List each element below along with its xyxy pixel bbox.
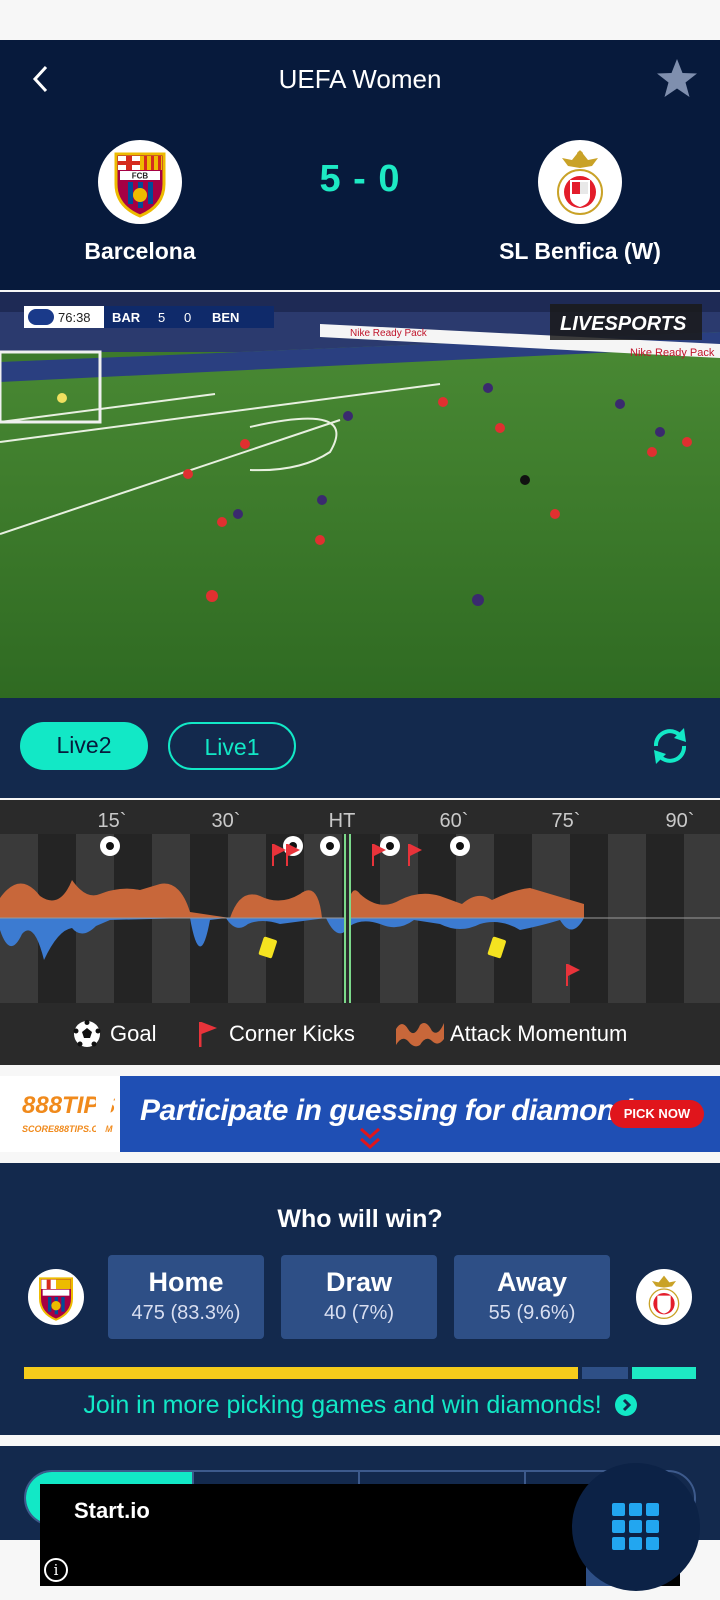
- live-source-bar: Live2 Live1: [0, 698, 720, 798]
- video-frame: Nike Ready Pack Nike Ready Pack 76:38 BA…: [0, 292, 720, 698]
- star-favorite-icon[interactable]: [654, 56, 700, 102]
- minute-label: 90`: [665, 810, 695, 832]
- svg-text:Nike Ready Pack: Nike Ready Pack: [350, 328, 428, 339]
- momentum-wave-icon: [396, 1023, 444, 1047]
- page-title: UEFA Women: [278, 64, 442, 94]
- vote-home-button[interactable]: Home 475 (83.3%): [108, 1255, 264, 1339]
- info-icon[interactable]: i: [44, 1558, 68, 1582]
- minute-label: 15`: [97, 810, 127, 832]
- home-team-name: Barcelona: [84, 238, 196, 264]
- chevron-down-icon: [360, 1127, 380, 1150]
- ad-network-title: Start.io: [74, 1498, 150, 1523]
- minute-label: 60`: [439, 810, 469, 832]
- vote-bar-home: [24, 1367, 578, 1379]
- ad-headline: Participate in guessing for diamond: [140, 1094, 633, 1127]
- poll-home-crest: [28, 1269, 84, 1325]
- tab-live2[interactable]: Live2: [20, 722, 148, 770]
- legend-corner-label: Corner Kicks: [229, 1021, 355, 1046]
- vote-draw-button[interactable]: Draw 40 (7%): [281, 1255, 437, 1339]
- match-header: UEFA Women FCB Barcelona 5 - 0 SL Benfic…: [0, 40, 720, 290]
- minute-label: 30`: [211, 810, 241, 832]
- vote-bar-draw: [581, 1367, 629, 1379]
- svg-text:76:38: 76:38: [58, 310, 91, 325]
- grid-icon: [612, 1503, 659, 1550]
- away-team-crest[interactable]: [538, 140, 622, 224]
- live-video-player[interactable]: Nike Ready Pack Nike Ready Pack 76:38 BA…: [0, 292, 720, 698]
- promo-ad-banner[interactable]: 888TIPS SCORE888TIPS.COM Participate in …: [0, 1076, 720, 1152]
- minute-label: HT: [328, 810, 356, 832]
- pick-now-button[interactable]: PICK NOW: [610, 1100, 704, 1128]
- refresh-icon[interactable]: [648, 724, 692, 768]
- barcelona-crest-icon: [39, 1277, 73, 1321]
- home-team-crest[interactable]: FCB: [98, 140, 182, 224]
- benfica-crest-icon: [648, 1275, 680, 1319]
- svg-text:BEN: BEN: [212, 310, 239, 325]
- away-team-name: SL Benfica (W): [499, 238, 661, 264]
- timeline-legend: Goal Corner Kicks Attack Momentum: [0, 1003, 720, 1065]
- legend-momentum-label: Attack Momentum: [450, 1021, 628, 1046]
- poll-title: Who will win?: [277, 1205, 443, 1233]
- minute-label: 75`: [551, 810, 581, 832]
- corner-flag-icon: [199, 1022, 217, 1047]
- status-bar: [0, 0, 720, 40]
- poll-away-crest: [636, 1269, 692, 1325]
- barcelona-crest-icon: FCB: [114, 152, 166, 218]
- svg-text:Nike Ready Pack: Nike Ready Pack: [630, 347, 715, 359]
- win-prediction-poll: Who will win? Home 475 (83.3%) Draw 40 (…: [0, 1163, 720, 1435]
- benfica-crest-icon: [557, 150, 603, 215]
- match-timeline: 15` 30` HT 60` 75` 90`: [0, 800, 720, 1003]
- svg-text:LIVESPORTS: LIVESPORTS: [560, 313, 687, 335]
- menu-grid-button[interactable]: [572, 1463, 700, 1591]
- svg-text:5: 5: [158, 310, 165, 325]
- tab-live1[interactable]: Live1: [168, 722, 296, 770]
- vote-away-button[interactable]: Away 55 (9.6%): [454, 1255, 610, 1339]
- match-score: 5 - 0: [319, 158, 401, 200]
- vote-bar-away: [632, 1367, 696, 1379]
- soccer-ball-icon: [73, 1020, 101, 1047]
- more-picking-games-link[interactable]: Join in more picking games and win diamo…: [0, 1391, 720, 1420]
- svg-text:BAR: BAR: [112, 310, 141, 325]
- svg-text:0: 0: [184, 310, 191, 325]
- legend-goal-label: Goal: [110, 1021, 157, 1046]
- chevron-right-circle-icon: [614, 1394, 637, 1416]
- svg-text:FCB: FCB: [132, 172, 149, 181]
